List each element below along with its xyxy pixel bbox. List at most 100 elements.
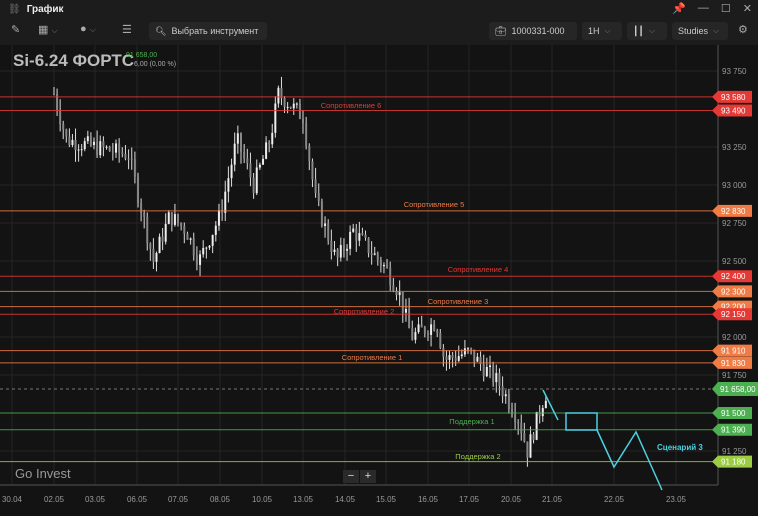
candle-body [62,124,65,130]
pencil-icon[interactable]: ✎ [11,23,20,36]
zoom-out-button[interactable]: − [343,470,359,483]
candle-body [355,228,358,241]
candle [445,350,448,371]
candle [227,166,230,203]
candle [408,297,411,329]
candle [336,248,339,267]
candle-body [77,149,80,151]
candle [155,251,158,272]
candle-body [183,226,186,234]
candle [286,102,289,114]
candle-body [379,259,382,267]
candle-body [523,432,526,442]
level-name-label: Сопротивление 5 [404,200,465,209]
candle-body [258,164,261,168]
candle [173,203,176,227]
candle [252,172,255,199]
x-tick-label: 08.05 [210,495,231,504]
studies-dropdown[interactable]: Studies ⌵ [672,22,728,40]
candle [140,198,143,222]
x-tick-label: 03.05 [85,495,106,504]
level-price-label: 93 580 [721,93,746,102]
candle [292,98,295,116]
candle-body [442,347,445,357]
minimize-button[interactable]: — [698,2,709,15]
candle-body [186,233,189,240]
candle [324,216,327,238]
candle [74,128,77,162]
candle-body [314,179,317,194]
candle-body [414,332,417,340]
candle [53,86,55,96]
candle [317,183,320,207]
candle-body [102,141,105,148]
candle-body [317,193,320,202]
candle [65,128,68,143]
close-button[interactable]: ✕ [743,2,752,15]
instrument-symbol: Si-6.24 ФОРТС [13,51,135,70]
candle [115,139,117,158]
link-icon: ⛓ [8,3,21,15]
candle [367,237,370,258]
candle-body [324,223,327,226]
candle [240,132,242,164]
instrument-search[interactable]: 🔍︎ Выбрать инструмент [149,22,267,40]
candle-body [118,143,121,153]
candle [302,109,304,134]
candle [436,328,439,338]
gear-icon[interactable]: ⚙ [738,23,748,36]
candle-body [298,103,301,119]
interval-label: 1H [588,26,600,36]
candle [476,352,479,362]
candle [133,151,136,184]
candle [271,123,274,148]
candle-body [398,292,401,296]
maximize-button[interactable]: ☐ [721,2,731,15]
candle [346,244,349,261]
candle [205,246,208,259]
candle-body [386,264,389,268]
candle-body [498,373,501,387]
candle [146,212,149,251]
account-selector[interactable]: 💼︎ 1000331-000 [489,22,577,40]
x-tick-label: 22.05 [604,495,625,504]
candle [149,242,152,261]
candle [320,198,323,228]
candle-body [99,141,102,156]
candle [517,419,520,435]
chart-type-dropdown[interactable]: ┃┃ ⌵ [627,22,667,40]
comment-icon[interactable]: ● ⌵ [80,23,96,35]
price-chart[interactable]: 93 750 93 250 93 000 92 750 92 500 92 000 91 7… [0,45,758,516]
scenario-label: Сценарий 3 [657,443,703,452]
candle-body [161,236,164,242]
search-placeholder: Выбрать инструмент [171,26,259,36]
candle [439,329,442,350]
candle-body [170,212,173,225]
level-price-label: 92 150 [721,310,746,319]
level-price-label: 92 830 [721,207,746,216]
candle-body [507,394,510,410]
y-tick-label: 91 250 [722,447,747,456]
candle [523,422,526,443]
x-tick-label: 07.05 [168,495,189,504]
list-icon[interactable]: ☰ [122,23,132,36]
zoom-in-button[interactable]: + [360,470,376,483]
candle [102,136,105,157]
candle-body [246,158,249,164]
candle-body [115,143,117,153]
candle [448,350,451,369]
chevron-down-icon: ⌵ [604,26,611,35]
x-tick-label: 17.05 [459,495,480,504]
interval-dropdown[interactable]: 1H ⌵ [582,22,622,40]
candle-body [439,333,442,348]
candle [255,159,258,196]
candle-body [195,255,198,265]
candle-body [544,400,547,409]
pin-icon[interactable]: 📌 [672,2,686,15]
layout-icon[interactable]: ▦ ⌵ [38,23,58,36]
y-tick-label: 92 000 [722,333,747,342]
candle [96,130,99,159]
candle-body [427,333,429,335]
candle [233,132,236,172]
candle [529,426,532,458]
